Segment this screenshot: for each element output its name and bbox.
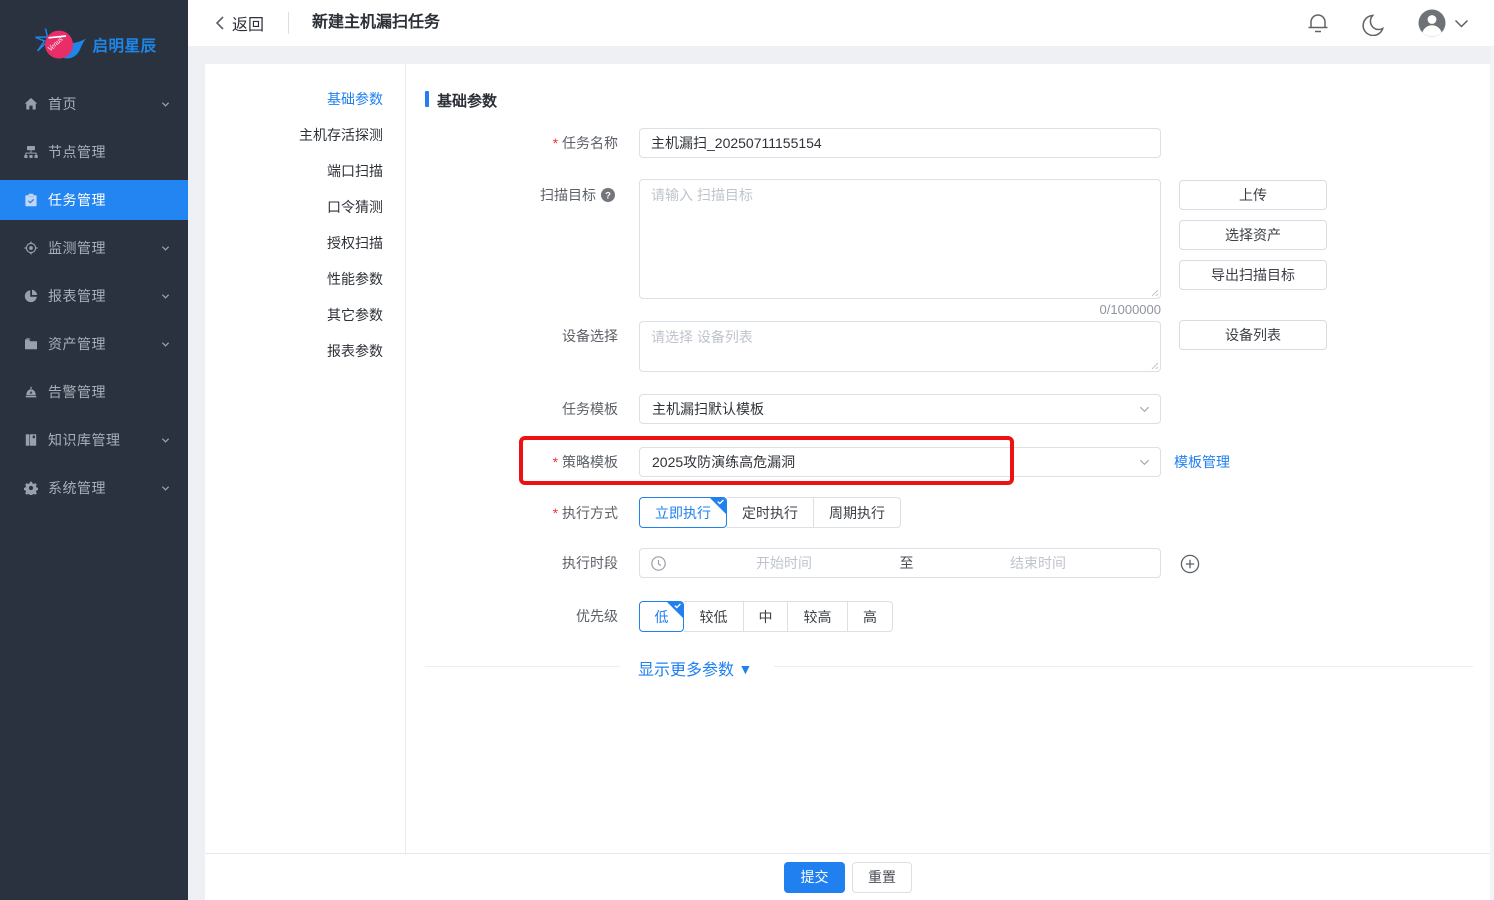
- svg-text:启明星辰: 启明星辰: [93, 36, 157, 55]
- svg-text:?: ?: [605, 190, 611, 201]
